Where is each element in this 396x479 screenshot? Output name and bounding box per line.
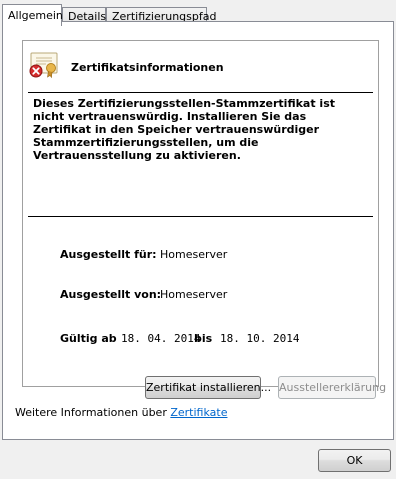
details-divider (28, 216, 373, 217)
issued-to-value: Homeserver (160, 248, 228, 261)
valid-to-label: bis (194, 332, 213, 345)
untrusted-warning: Dieses Zertifizierungsstellen-Stammzerti… (33, 97, 335, 162)
more-info-line: Weitere Informationen über Zertifikate (15, 406, 227, 419)
valid-to-date: 18. 10. 2014 (220, 332, 300, 345)
tab-general[interactable]: Allgemein (2, 4, 63, 26)
heading-divider (28, 92, 373, 93)
ok-button[interactable]: OK (318, 449, 391, 472)
issued-to-label: Ausgestellt für: (60, 248, 157, 261)
general-tab-page: Zertifikatsinformationen Dieses Zertifiz… (2, 21, 394, 440)
certificate-info-panel: Zertifikatsinformationen Dieses Zertifiz… (22, 40, 379, 387)
issued-by-value: Homeserver (160, 288, 228, 301)
certificate-error-icon (28, 51, 60, 81)
certificate-heading: Zertifikatsinformationen (71, 61, 224, 74)
valid-from-date: 18. 04. 2014 (121, 332, 201, 345)
valid-from-label: Gültig ab (60, 332, 117, 345)
issuer-statement-button[interactable]: Ausstellererklärung (278, 376, 386, 399)
issued-by-label: Ausgestellt von: (60, 288, 162, 301)
certificates-link[interactable]: Zertifikate (170, 406, 227, 419)
install-certificate-button[interactable]: Zertifikat installieren... (145, 376, 271, 399)
more-info-text: Weitere Informationen über (15, 406, 167, 419)
